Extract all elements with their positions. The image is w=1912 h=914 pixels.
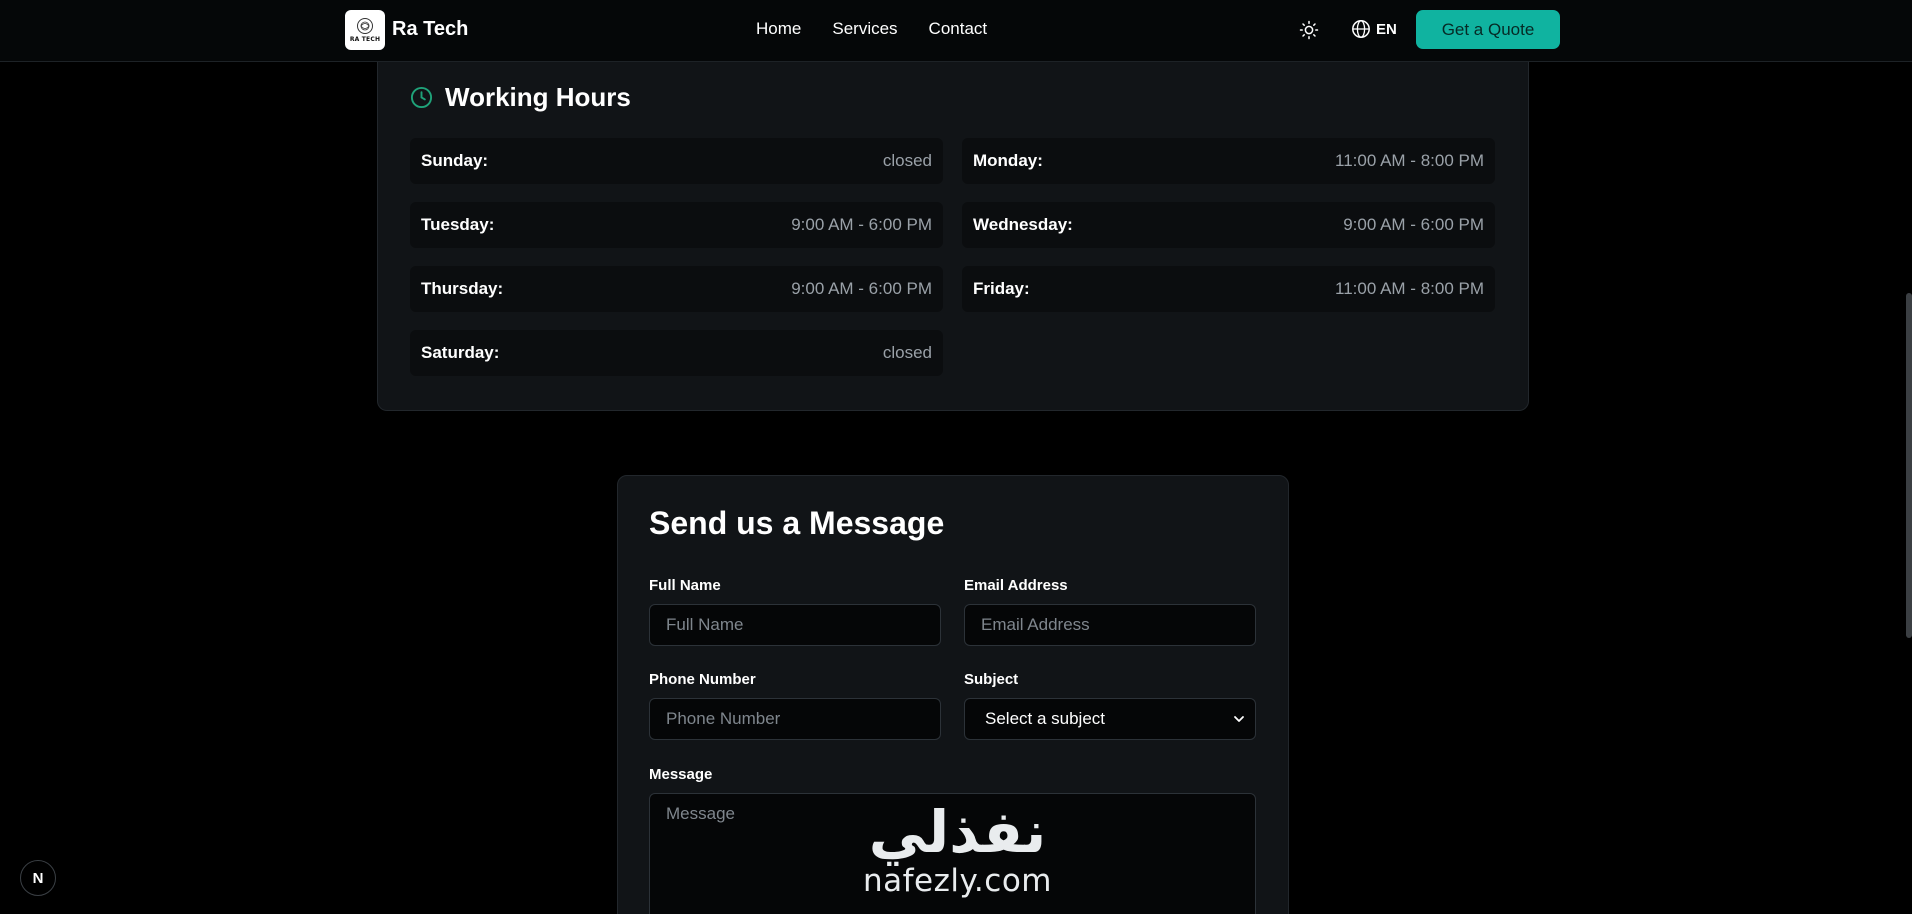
day-hours: closed [882,343,932,362]
scrollbar[interactable] [1906,0,1912,914]
hours-row-saturday: Saturday: closed [410,330,943,376]
day-label: Friday: [973,279,1030,298]
full-name-input[interactable] [649,604,941,646]
subject-label: Subject [964,671,1019,688]
site-header: RA TECH Ra Tech Home Services Contact EN… [0,0,1912,62]
language-label: EN [1376,20,1397,38]
logo-emblem-icon [357,18,373,34]
hours-row-friday: Friday: 11:00 AM - 8:00 PM [962,266,1495,312]
subject-selected-value: Select a subject [985,709,1106,728]
language-switcher[interactable]: EN [1351,19,1397,39]
hours-row-sunday: Sunday: closed [410,138,943,184]
day-hours: 9:00 AM - 6:00 PM [791,279,932,298]
nav-contact[interactable]: Contact [929,19,988,39]
subject-select[interactable]: Select a subject [964,698,1256,740]
hours-row-monday: Monday: 11:00 AM - 8:00 PM [962,138,1495,184]
sun-icon [1299,20,1319,40]
dev-tools-badge[interactable]: N [20,860,56,896]
day-hours: 11:00 AM - 8:00 PM [1335,279,1484,298]
hours-row-thursday: Thursday: 9:00 AM - 6:00 PM [410,266,943,312]
get-quote-button[interactable]: Get a Quote [1416,10,1560,49]
contact-form-title: Send us a Message [649,505,945,541]
phone-input[interactable] [649,698,941,740]
chevron-down-icon [1234,716,1244,722]
hours-row-tuesday: Tuesday: 9:00 AM - 6:00 PM [410,202,943,248]
day-label: Wednesday: [973,215,1073,234]
nav-home[interactable]: Home [756,19,801,39]
clock-icon [410,86,433,109]
scrollbar-thumb[interactable] [1906,293,1912,638]
message-label: Message [649,766,713,783]
day-label: Monday: [973,151,1043,170]
hours-row-wednesday: Wednesday: 9:00 AM - 6:00 PM [962,202,1495,248]
full-name-label: Full Name [649,577,721,594]
email-label: Email Address [964,577,1068,594]
message-textarea[interactable] [649,793,1256,914]
day-label: Thursday: [421,279,504,298]
day-hours: 9:00 AM - 6:00 PM [1343,215,1484,234]
globe-icon [1352,20,1370,38]
nav-services[interactable]: Services [832,19,897,39]
day-label: Saturday: [421,343,500,362]
day-hours: closed [882,151,932,170]
main-nav: Home Services Contact [756,19,987,39]
logo-text: RA TECH [349,36,381,43]
day-hours: 9:00 AM - 6:00 PM [791,215,932,234]
email-input[interactable] [964,604,1256,646]
brand-name[interactable]: Ra Tech [392,18,468,41]
day-label: Tuesday: [421,215,495,234]
working-hours-heading: Working Hours [410,82,631,113]
working-hours-title: Working Hours [445,82,631,112]
logo[interactable]: RA TECH [345,10,385,50]
day-hours: 11:00 AM - 8:00 PM [1335,151,1484,170]
phone-label: Phone Number [649,671,756,688]
day-label: Sunday: [421,151,489,170]
theme-toggle-button[interactable] [1297,18,1321,42]
